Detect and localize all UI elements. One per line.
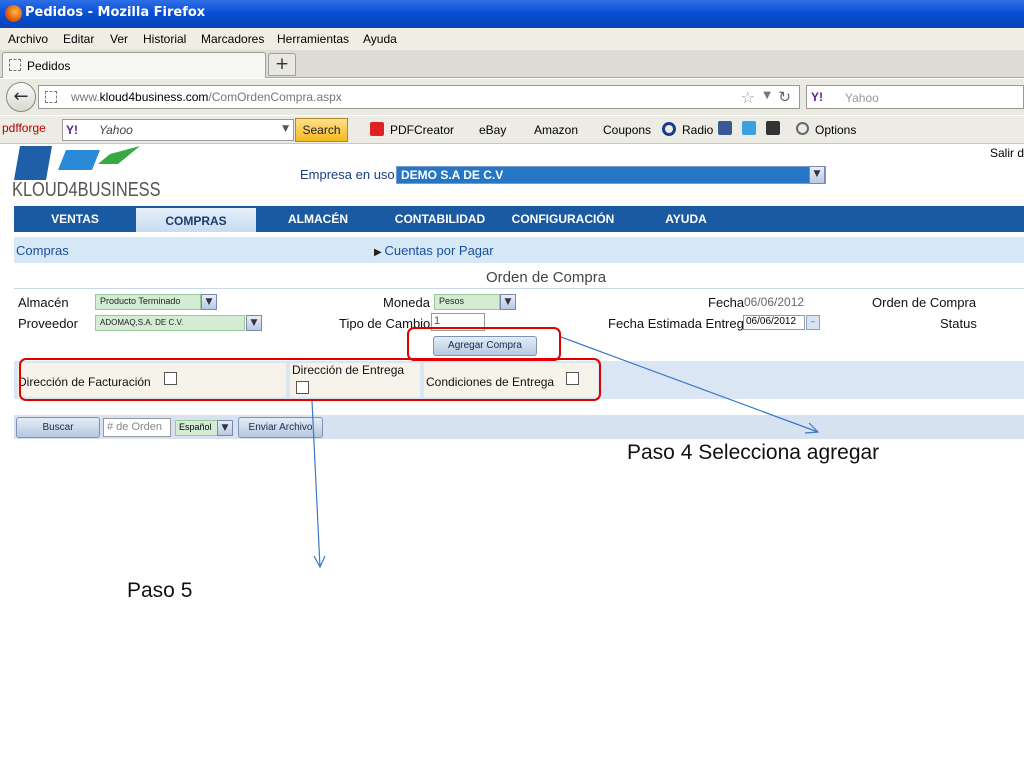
- annotation-arrows: [311, 336, 820, 569]
- arrow-paso4: [560, 336, 819, 433]
- annotation-paso4: Paso 4 Selecciona agregar: [627, 441, 880, 464]
- arrow-paso5: [311, 400, 321, 568]
- annotation-paso5: Paso 5: [127, 579, 193, 602]
